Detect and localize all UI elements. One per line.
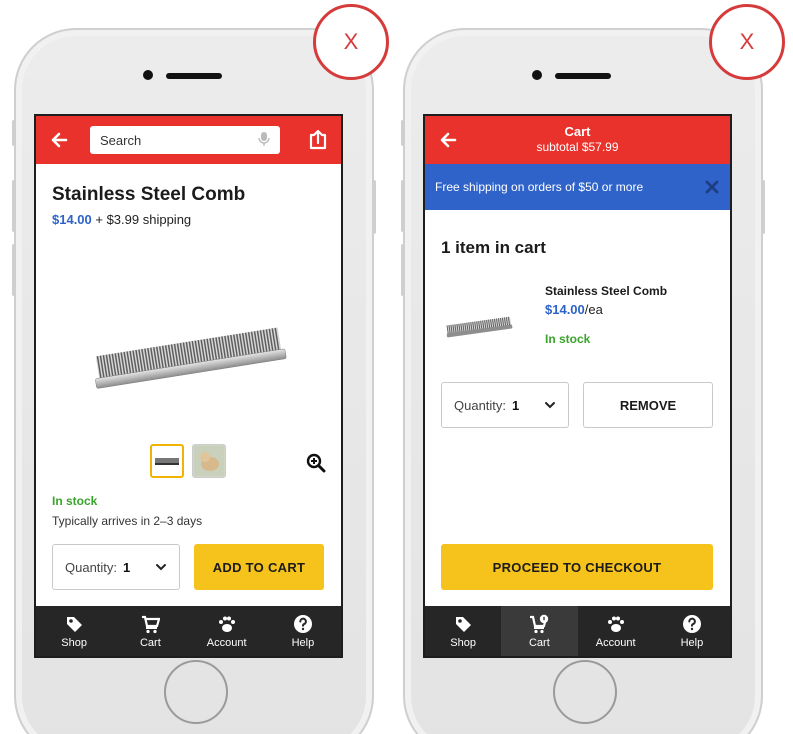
thumbnail-comb[interactable]	[150, 444, 184, 478]
stock-status: In stock	[52, 494, 98, 508]
tab-account-label: Account	[595, 636, 636, 649]
mute-switch	[12, 120, 16, 146]
cart-title: Cart	[564, 124, 591, 139]
zoom-in-icon[interactable]	[306, 453, 326, 473]
tab-cart-label: Cart	[528, 636, 550, 649]
bottom-tab-bar: Shop Cart Account Help	[425, 606, 730, 656]
product-image	[82, 306, 292, 396]
close-icon[interactable]	[704, 179, 720, 195]
tab-shop-label: Shop	[61, 636, 87, 649]
tab-cart[interactable]: Cart	[112, 606, 188, 656]
power-button	[761, 180, 765, 234]
tab-shop[interactable]: Shop	[36, 606, 112, 656]
earpiece-speaker	[166, 73, 222, 79]
home-button	[553, 660, 617, 724]
tab-account-label: Account	[206, 636, 247, 649]
free-shipping-banner: Free shipping on orders of $50 or more	[425, 164, 730, 210]
cart-icon	[142, 615, 161, 633]
cart-icon	[530, 614, 549, 633]
tab-shop-label: Shop	[450, 636, 476, 649]
search-input[interactable]: Search	[90, 126, 280, 154]
quantity-label: Quantity:	[65, 559, 118, 575]
close-marker-right: X	[709, 4, 785, 80]
tab-cart-label: Cart	[139, 636, 161, 649]
product-header: Search	[36, 116, 341, 164]
volume-down-button	[12, 244, 16, 296]
product-screen: Search Stainless Steel Comb $14.00 + $3.…	[34, 114, 343, 658]
tab-help-label: Help	[680, 636, 704, 649]
cart-header: Cart subtotal $57.99	[425, 116, 730, 164]
tab-account[interactable]: Account	[189, 606, 265, 656]
proceed-to-checkout-button[interactable]: PROCEED TO CHECKOUT	[441, 544, 713, 590]
tag-icon	[456, 616, 472, 632]
product-title: Stainless Steel Comb	[52, 184, 246, 205]
quantity-label: Quantity:	[454, 397, 507, 413]
cart-item-count: 1 item in cart	[441, 238, 546, 257]
help-icon	[293, 614, 312, 633]
home-button	[164, 660, 228, 724]
tab-help[interactable]: Help	[654, 606, 730, 656]
add-to-cart-button[interactable]: ADD TO CART	[194, 544, 324, 590]
remove-button[interactable]: REMOVE	[583, 382, 713, 428]
volume-up-button	[12, 180, 16, 232]
image-thumbnails	[150, 444, 226, 478]
front-camera	[532, 70, 542, 80]
tab-shop[interactable]: Shop	[425, 606, 501, 656]
tab-cart[interactable]: Cart	[501, 606, 578, 656]
earpiece-speaker	[555, 73, 611, 79]
banner-text: Free shipping on orders of $50 or more	[435, 180, 644, 194]
cart-screen: Cart subtotal $57.99 Free shipping on or…	[423, 114, 732, 658]
chevron-down-icon	[155, 561, 167, 573]
tag-icon	[67, 616, 83, 632]
tab-help[interactable]: Help	[265, 606, 341, 656]
close-marker-left: X	[313, 4, 389, 80]
paw-icon	[218, 616, 235, 632]
back-arrow-icon[interactable]	[48, 129, 70, 151]
tab-account[interactable]: Account	[578, 606, 654, 656]
cart-item-stock: In stock	[545, 332, 591, 346]
help-icon	[682, 614, 701, 633]
cart-item-price-line: $14.00/ea	[545, 302, 603, 317]
bottom-tab-bar: Shop Cart Account Help	[36, 606, 341, 656]
chevron-down-icon	[544, 399, 556, 411]
price-line: $14.00 + $3.99 shipping	[52, 212, 341, 227]
thumbnail-dog-photo[interactable]	[192, 444, 226, 478]
paw-icon	[607, 616, 624, 632]
phone-product-mockup: Search Stainless Steel Comb $14.00 + $3.…	[12, 28, 376, 734]
quantity-value: 1	[512, 397, 520, 413]
volume-up-button	[401, 180, 405, 232]
cart-item-price: $14.00	[545, 302, 585, 317]
cart-subtotal: subtotal $57.99	[536, 140, 619, 154]
tab-help-label: Help	[291, 636, 315, 649]
mute-switch	[401, 120, 405, 146]
quantity-select[interactable]: Quantity: 1	[52, 544, 180, 590]
microphone-icon[interactable]	[258, 131, 270, 150]
product-price: $14.00	[52, 212, 92, 227]
cart-item-image	[443, 312, 515, 342]
search-placeholder: Search	[100, 132, 142, 148]
cart-item-name[interactable]: Stainless Steel Comb	[545, 284, 667, 298]
quantity-value: 1	[123, 559, 131, 575]
cart-item-unit: /ea	[584, 302, 603, 317]
front-camera	[143, 70, 153, 80]
power-button	[372, 180, 376, 234]
share-icon[interactable]	[307, 129, 329, 151]
volume-down-button	[401, 244, 405, 296]
delivery-estimate: Typically arrives in 2–3 days	[52, 514, 203, 528]
quantity-select[interactable]: Quantity: 1	[441, 382, 569, 428]
phone-cart-mockup: Cart subtotal $57.99 Free shipping on or…	[401, 28, 765, 734]
shipping-cost: + $3.99 shipping	[91, 212, 192, 227]
